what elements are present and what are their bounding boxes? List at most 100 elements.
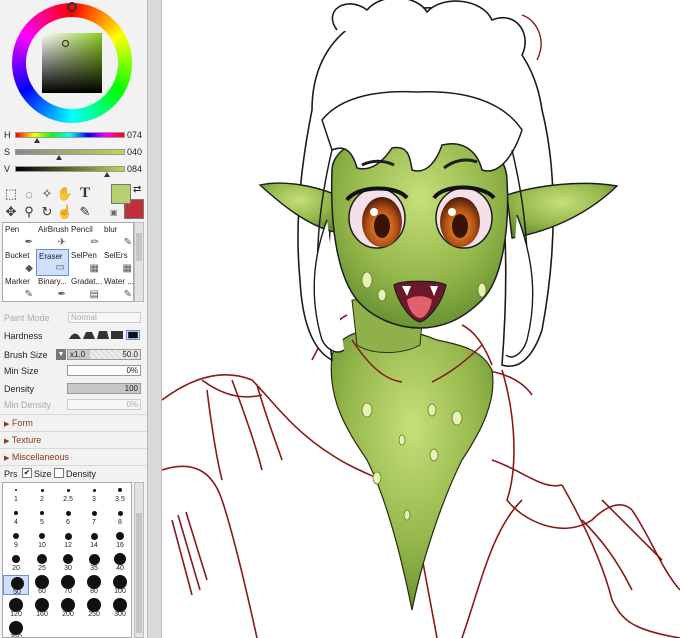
size-option-160[interactable]: 160 — [29, 598, 55, 618]
section-miscellaneous[interactable]: ▶ Miscellaneous — [0, 448, 147, 464]
size-option-35[interactable]: 35 — [81, 552, 107, 572]
saturation-value-square[interactable] — [42, 33, 102, 93]
hardness-harder-option[interactable] — [110, 330, 124, 340]
size-option-1[interactable]: 1 — [3, 483, 29, 503]
eyedropper-icon[interactable]: ✎ — [77, 204, 93, 220]
size-option-2[interactable]: 2 — [29, 483, 55, 503]
select-rect-icon[interactable]: ⬚ — [3, 186, 19, 202]
pan-icon[interactable]: ☝ — [57, 204, 73, 220]
size-option-60[interactable]: 60 — [29, 575, 55, 595]
foreground-color-swatch[interactable] — [111, 184, 131, 204]
magic-wand-icon[interactable]: ✧ — [39, 186, 55, 202]
size-dot — [87, 598, 101, 612]
size-option-12[interactable]: 12 — [55, 529, 81, 549]
hardness-medium-option[interactable] — [82, 330, 96, 340]
section-form[interactable]: ▶ Form — [0, 414, 147, 430]
hue-slider-thumb[interactable] — [34, 138, 40, 143]
tool-panel: H 074 S 040 V 084 ⬚ ◌ ✧ ✋ T ✥ ⚲ ↻ ☝ ✎ ⇄ — [0, 0, 147, 638]
brush-size-value: 50.0 — [122, 350, 138, 359]
size-option-25[interactable]: 25 — [29, 552, 55, 572]
size-option-80[interactable]: 80 — [81, 575, 107, 595]
drawing-canvas[interactable] — [162, 0, 680, 638]
move-icon[interactable]: ✥ — [3, 204, 19, 220]
size-option-3[interactable]: 3 — [81, 483, 107, 503]
size-dot — [37, 554, 47, 564]
size-option-14[interactable]: 14 — [81, 529, 107, 549]
brush-eraser[interactable]: Eraser ▭ — [36, 249, 69, 276]
size-label: 8 — [118, 519, 122, 526]
value-slider-thumb[interactable] — [104, 172, 111, 177]
size-option-30[interactable]: 30 — [55, 552, 81, 572]
airbrush-icon: ✈ — [57, 237, 66, 248]
brush-pencil[interactable]: Pencil ✏ — [69, 223, 102, 250]
text-tool-icon[interactable]: T — [77, 185, 93, 201]
brush-blur[interactable]: blur ✎ — [102, 223, 135, 250]
size-option-120[interactable]: 120 — [3, 598, 29, 618]
size-option-40[interactable]: 40 — [107, 552, 131, 572]
size-label: 3 — [92, 496, 96, 503]
size-dot — [35, 575, 49, 589]
size-option-2-5[interactable]: 2.5 — [55, 483, 81, 503]
brush-size-slider[interactable]: x1.0 50.0 — [67, 349, 141, 360]
rotate-icon[interactable]: ↻ — [39, 204, 55, 220]
reset-colors-icon[interactable]: ▣ — [110, 208, 118, 217]
size-dot — [114, 553, 126, 565]
size-option-350[interactable]: 350 — [3, 621, 29, 637]
color-wheel[interactable] — [12, 2, 132, 123]
hue-ring-knob[interactable] — [67, 2, 77, 12]
size-option-70[interactable]: 70 — [55, 575, 81, 595]
min-density-field[interactable]: 0% — [67, 399, 141, 410]
size-option-20[interactable]: 20 — [3, 552, 29, 572]
size-option-100[interactable]: 100 — [107, 575, 131, 595]
brush-selers[interactable]: SelErs ▦ — [102, 249, 135, 276]
brush-selpen[interactable]: SelPen ▦ — [69, 249, 102, 276]
brush-airbrush[interactable]: AirBrush ✈ — [36, 223, 69, 250]
size-option-250[interactable]: 250 — [81, 598, 107, 618]
swap-colors-icon[interactable]: ⇄ — [133, 184, 141, 195]
brush-grid-scrollbar[interactable] — [134, 222, 144, 302]
brush-pen[interactable]: Pen ✒ — [3, 223, 36, 250]
saturation-slider[interactable] — [15, 149, 125, 155]
expand-arrow-icon: ▶ — [4, 455, 10, 462]
brush-size-dropdown-button[interactable]: ▼ — [56, 349, 66, 360]
size-grid-scrollbar[interactable] — [134, 482, 144, 638]
size-option-10[interactable]: 10 — [29, 529, 55, 549]
zoom-icon[interactable]: ⚲ — [21, 204, 37, 220]
pressure-size-checkbox[interactable]: ✔ — [22, 468, 32, 478]
size-option-7[interactable]: 7 — [81, 506, 107, 526]
brush-bucket[interactable]: Bucket ◆ — [3, 249, 36, 276]
size-option-200[interactable]: 200 — [55, 598, 81, 618]
section-texture[interactable]: ▶ Texture — [0, 431, 147, 447]
sv-picker-knob[interactable] — [62, 40, 69, 47]
size-option-5[interactable]: 5 — [29, 506, 55, 526]
size-dot — [39, 533, 45, 539]
brush-water[interactable]: Water ... ✎ — [102, 275, 135, 302]
size-option-8[interactable]: 8 — [107, 506, 131, 526]
size-option-300[interactable]: 300 — [107, 598, 131, 618]
size-option-50[interactable]: 50 — [3, 575, 29, 596]
min-size-field[interactable]: 0% — [67, 365, 141, 376]
lasso-icon[interactable]: ◌ — [21, 186, 37, 202]
size-label: 70 — [64, 588, 72, 595]
size-option-9[interactable]: 9 — [3, 529, 29, 549]
hand-icon[interactable]: ✋ — [57, 186, 73, 202]
brush-grid-scroll-thumb[interactable] — [136, 233, 142, 261]
hardness-soft-option[interactable] — [68, 330, 82, 340]
size-option-16[interactable]: 16 — [107, 529, 131, 549]
pressure-size-label: Size — [34, 469, 52, 479]
hue-slider[interactable] — [15, 132, 125, 138]
brush-marker[interactable]: Marker ✎ — [3, 275, 36, 302]
brush-binary[interactable]: Binary... ✒ — [36, 275, 69, 302]
density-slider[interactable]: 100 — [67, 383, 141, 394]
panel-divider[interactable] — [147, 0, 162, 638]
hardness-hardest-option[interactable] — [126, 330, 140, 340]
size-option-3-5[interactable]: 3.5 — [107, 483, 131, 503]
paint-mode-select[interactable]: Normal — [68, 312, 141, 323]
size-grid-scroll-thumb[interactable] — [136, 513, 142, 633]
size-option-6[interactable]: 6 — [55, 506, 81, 526]
size-option-4[interactable]: 4 — [3, 506, 29, 526]
pressure-density-checkbox[interactable] — [54, 468, 64, 478]
hardness-hard-option[interactable] — [96, 330, 110, 340]
brush-gradat[interactable]: Gradat... ▤ — [69, 275, 102, 302]
saturation-slider-thumb[interactable] — [56, 155, 62, 160]
